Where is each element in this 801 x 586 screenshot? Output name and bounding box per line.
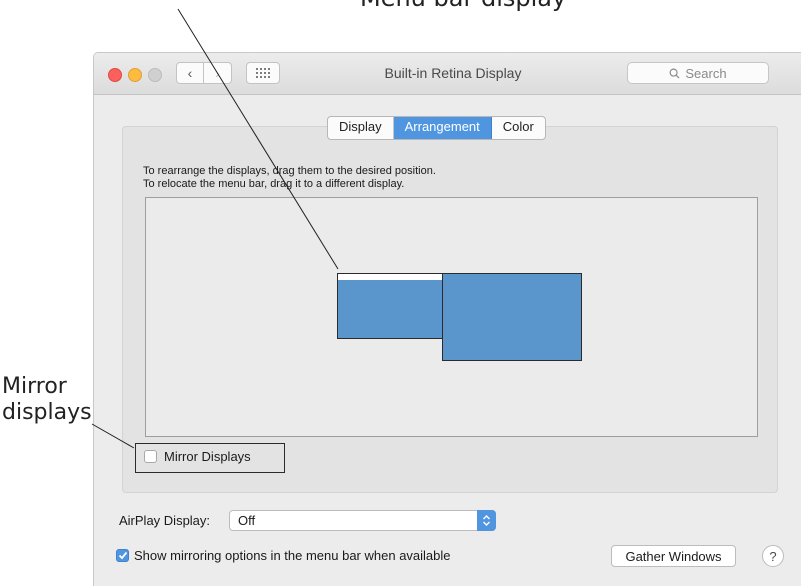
search-placeholder: Search — [685, 65, 727, 81]
mirror-displays-checkbox[interactable] — [144, 450, 157, 463]
display-thumbnail-secondary[interactable] — [442, 273, 582, 361]
updown-chevron-icon — [477, 510, 496, 531]
search-icon — [669, 68, 680, 79]
show-mirroring-label[interactable]: Show mirroring options in the menu bar w… — [134, 548, 451, 563]
display-thumbnail-primary[interactable] — [337, 279, 443, 339]
title-bar: ‹ › Built-in Retina Display Search — [94, 53, 801, 95]
show-mirroring-checkbox[interactable] — [116, 549, 129, 562]
gather-windows-button[interactable]: Gather Windows — [611, 545, 736, 567]
tab-bar: Display Arrangement Color — [327, 116, 546, 140]
tab-display[interactable]: Display — [328, 117, 394, 139]
display-arrangement-area[interactable] — [145, 197, 758, 437]
tab-color[interactable]: Color — [492, 117, 545, 139]
menu-bar-handle[interactable] — [337, 273, 443, 280]
annotation-line-1: Mirror — [2, 374, 67, 399]
instruction-menu-bar: To relocate the menu bar, drag it to a d… — [143, 178, 405, 190]
annotation-line-2: displays — [2, 400, 92, 425]
airplay-select[interactable]: Off — [229, 510, 496, 531]
instruction-rearrange: To rearrange the displays, drag them to … — [143, 165, 436, 177]
airplay-select-value: Off — [238, 513, 256, 528]
help-button[interactable]: ? — [762, 545, 784, 567]
annotation-menu-bar-display: Menu bar display — [360, 0, 566, 12]
checkmark-icon — [118, 551, 127, 560]
annotation-mirror-displays: Mirror displays — [2, 374, 92, 426]
mirror-displays-label[interactable]: Mirror Displays — [164, 449, 251, 464]
tab-arrangement[interactable]: Arrangement — [393, 117, 492, 139]
preferences-window: ‹ › Built-in Retina Display Search Displ… — [93, 52, 801, 586]
airplay-label: AirPlay Display: — [119, 513, 211, 528]
search-field[interactable]: Search — [627, 62, 769, 84]
